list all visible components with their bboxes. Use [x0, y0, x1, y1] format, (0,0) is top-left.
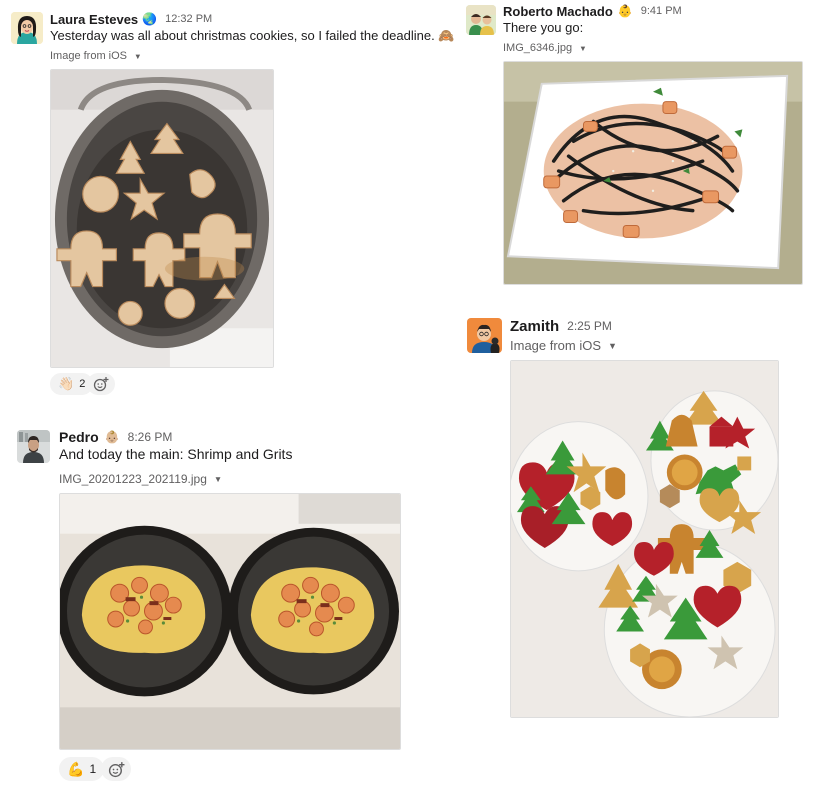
chevron-down-icon[interactable]: ▼: [608, 341, 617, 351]
add-reaction-icon: [93, 377, 109, 392]
file-label[interactable]: Image from iOS ▼: [50, 50, 142, 62]
message-text: And today the main: Shrimp and Grits: [59, 446, 293, 462]
timestamp[interactable]: 12:32 PM: [165, 13, 212, 25]
add-reaction-icon: [108, 761, 124, 777]
slack-message-collage: Laura Esteves 🌏 12:32 PM Yesterday was a…: [0, 0, 834, 800]
baby-icon: 👶: [617, 4, 633, 18]
avatar[interactable]: [17, 430, 50, 463]
file-name: IMG_6346.jpg: [503, 42, 573, 54]
timestamp[interactable]: 2:25 PM: [567, 319, 612, 333]
globe-icon: 🌏: [142, 12, 158, 26]
baby-icon: 👶🏼: [104, 430, 120, 444]
add-reaction-button[interactable]: [87, 373, 115, 395]
timestamp[interactable]: 9:41 PM: [641, 5, 682, 17]
file-label[interactable]: IMG_6346.jpg ▼: [503, 42, 587, 54]
timestamp[interactable]: 8:26 PM: [128, 430, 173, 444]
file-name: Image from iOS: [50, 50, 128, 62]
chevron-down-icon[interactable]: ▼: [214, 474, 222, 484]
shrimp-and-grits-photo[interactable]: [59, 493, 401, 750]
author-name[interactable]: Roberto Machado: [503, 4, 613, 19]
cookie-dough-photo[interactable]: [50, 69, 274, 368]
add-reaction-button[interactable]: [101, 757, 131, 781]
file-label[interactable]: Image from iOS ▼: [510, 338, 617, 353]
waving-hand-icon: 👋🏻: [58, 376, 75, 391]
author-name[interactable]: Zamith: [510, 318, 559, 335]
reaction-flexed-biceps[interactable]: 💪 1: [59, 757, 105, 781]
file-label[interactable]: IMG_20201223_202119.jpg ▼: [59, 472, 222, 486]
black-pasta-photo[interactable]: [503, 61, 803, 285]
decorated-cookies-photo[interactable]: [510, 360, 779, 718]
avatar[interactable]: [467, 318, 502, 353]
avatar[interactable]: [466, 5, 496, 35]
flexed-biceps-icon: 💪: [67, 760, 85, 777]
author-name[interactable]: Laura Esteves: [50, 12, 138, 27]
chevron-down-icon[interactable]: ▼: [134, 52, 142, 61]
message-text: There you go:: [503, 20, 584, 35]
avatar[interactable]: [11, 12, 43, 44]
message-text: Yesterday was all about christmas cookie…: [50, 28, 455, 43]
chevron-down-icon[interactable]: ▼: [579, 44, 587, 53]
file-name: Image from iOS: [510, 338, 602, 353]
file-name: IMG_20201223_202119.jpg: [59, 472, 207, 486]
reaction-count: 2: [79, 378, 86, 390]
author-name[interactable]: Pedro: [59, 429, 99, 445]
reaction-count: 1: [89, 762, 97, 776]
